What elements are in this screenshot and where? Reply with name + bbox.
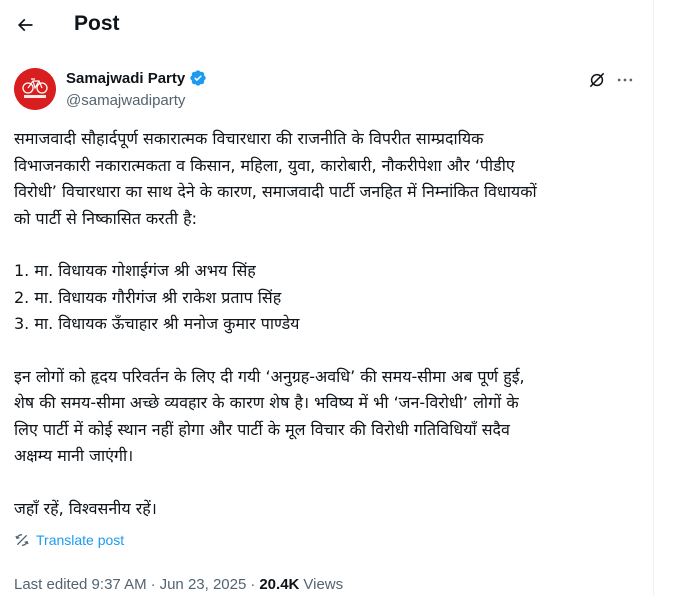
post-page: Post Samajwadi Party @samajwadiparty समा… [0,0,674,596]
list-item: 3. मा. विधायक ऊँचाहार श्री मनोज कुमार पा… [14,314,300,333]
grok-icon [589,72,605,88]
post-line: इन लोगों को हृदय परिवर्तन के लिए दी गयी … [14,366,525,386]
post-closing: जहाँ रहें, विश्वसनीय रहें। [14,498,157,518]
post-line: विभाजनकारी नकारात्मकता व किसान, महिला, य… [14,155,515,175]
list-item: 1. मा. विधायक गोशाईगंज श्री अभय सिंह [14,261,256,280]
post-date[interactable]: Jun 23, 2025 [160,576,247,593]
post-line: समाजवादी सौहार्दपूर्ण सकारात्मक विचारधार… [14,129,484,148]
views-label: Views [303,576,344,593]
party-logo-icon [14,68,56,110]
grok-button[interactable] [585,68,609,92]
post-meta: Last edited 9:37 AM · Jun 23, 2025 · 20.… [14,576,343,593]
translate-post-link[interactable]: Translate post [14,532,124,548]
author-name-row[interactable]: Samajwadi Party [66,69,207,87]
verified-badge-icon [190,70,206,86]
meta-separator: · [150,576,156,593]
post-header: Post [0,0,653,52]
edited-time[interactable]: Last edited 9:37 AM [14,576,147,593]
column-divider [653,0,654,596]
translate-label[interactable]: Translate post [36,532,124,548]
author-handle[interactable]: @samajwadiparty [66,92,185,109]
author-name[interactable]: Samajwadi Party [66,70,185,87]
meta-separator: · [250,576,256,593]
post-line: अक्षम्य मानी जाएंगी। [14,446,134,465]
post-line: विरोधी’ विचारधारा का साथ देने के कारण, स… [14,182,537,201]
back-button[interactable] [8,8,42,42]
views-count: 20.4K [259,576,300,593]
post-text: समाजवादी सौहार्दपूर्ण सकारात्मक विचारधार… [14,126,646,522]
arrow-left-icon [17,18,33,32]
post-line: शेष की समय-सीमा अच्छे व्यवहार के कारण शे… [14,393,519,412]
more-button[interactable] [613,68,637,92]
translate-icon [15,533,29,547]
page-title: Post [74,12,120,35]
more-horizontal-icon [617,78,633,82]
post-line: को पार्टी से निष्कासित करती है: [14,208,197,228]
post-line: लिए पार्टी में कोई स्थान नहीं होगा और पा… [14,419,510,439]
avatar[interactable] [14,68,56,110]
list-item: 2. मा. विधायक गौरीगंज श्री राकेश प्रताप … [14,287,282,307]
